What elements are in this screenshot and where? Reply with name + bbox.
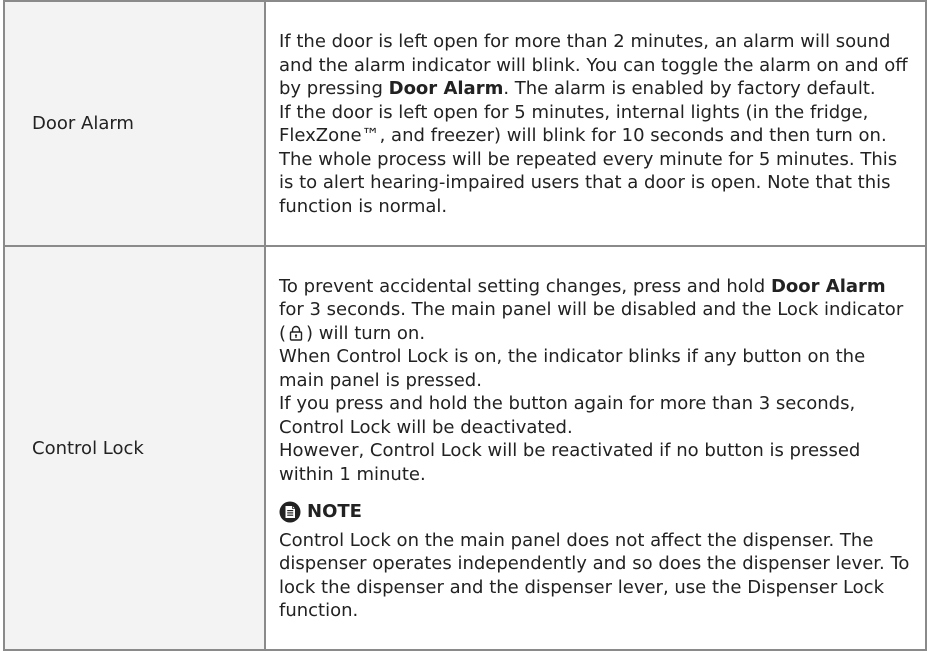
description-paragraph: If you press and hold the button again f… [279,393,856,438]
note-heading: NOTE [279,500,915,524]
text-segment: ) will turn on. [306,322,426,344]
button-name-door-alarm: Door Alarm [388,78,504,99]
feature-description-door-alarm: If the door is left open for more than 2… [264,0,927,247]
description-paragraph: If the door is left open for 5 minutes, … [279,101,898,217]
note-title: NOTE [307,501,362,522]
feature-description-control-lock: To prevent accidental setting changes, p… [264,245,927,651]
table-row-door-alarm: Door Alarm If the door is left open for … [3,0,927,247]
feature-label-control-lock: Control Lock [3,245,266,651]
description-paragraph: When Control Lock is on, the indicator b… [279,346,866,391]
feature-table: Door Alarm If the door is left open for … [3,0,927,651]
text-segment: To prevent accidental setting changes, p… [279,275,771,297]
feature-label-door-alarm: Door Alarm [3,0,266,247]
table-row-control-lock: Control Lock To prevent accidental setti… [3,245,927,651]
note-icon [279,501,301,523]
description-paragraph: However, Control Lock will be reactivate… [279,440,861,485]
description-paragraph: To prevent accidental setting changes, p… [279,275,915,346]
button-name-door-alarm: Door Alarm [770,275,886,297]
note-text: Control Lock on the main panel does not … [279,529,910,622]
lock-icon [288,324,304,341]
text-segment: . The alarm is enabled by factory defaul… [503,78,876,99]
description-paragraph: If the door is left open for more than 2… [279,30,915,101]
